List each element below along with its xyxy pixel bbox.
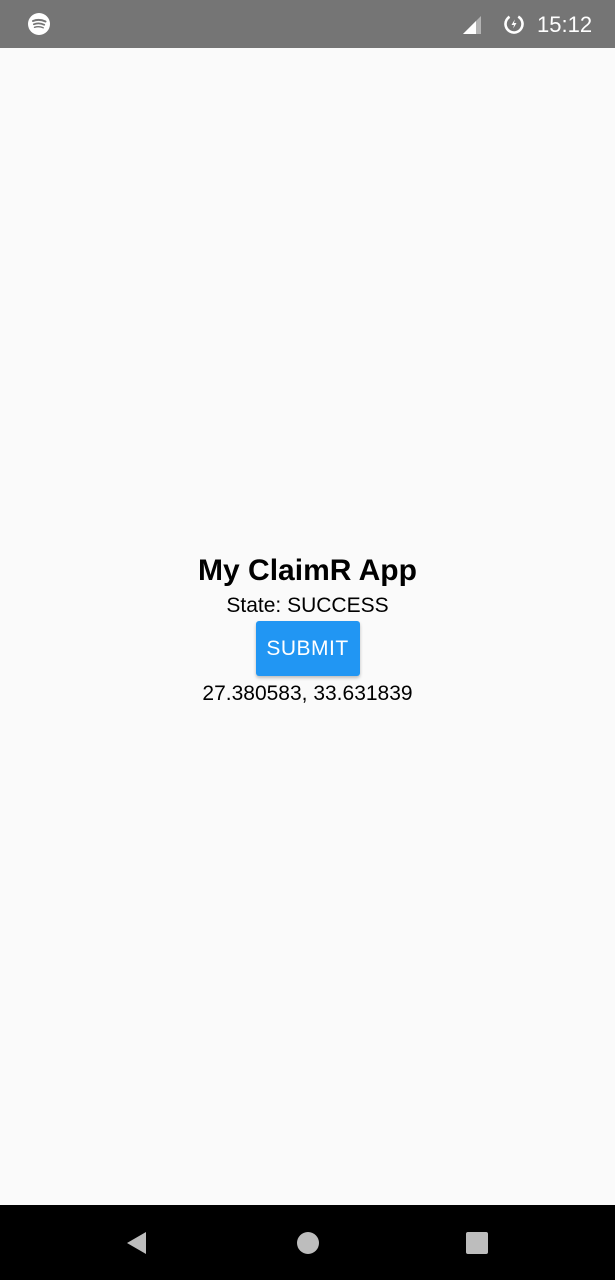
- data-saver-icon: [504, 14, 524, 34]
- center-column: My ClaimR App State: SUCCESS SUBMIT 27.3…: [0, 553, 615, 707]
- coordinates-text: 27.380583, 33.631839: [202, 682, 413, 705]
- home-icon[interactable]: [296, 1231, 320, 1255]
- back-icon[interactable]: [124, 1230, 150, 1256]
- recents-icon[interactable]: [465, 1231, 489, 1255]
- status-time: 15:12: [537, 12, 593, 37]
- submit-button[interactable]: SUBMIT: [255, 621, 360, 676]
- status-bar: 15:12: [0, 0, 615, 48]
- app-title: My ClaimR App: [198, 554, 417, 587]
- app-content: My ClaimR App State: SUCCESS SUBMIT 27.3…: [0, 48, 615, 1205]
- state-text: State: SUCCESS: [226, 594, 389, 617]
- navigation-bar: [0, 1205, 615, 1280]
- signal-icon: [463, 16, 481, 34]
- spotify-icon: [28, 13, 50, 35]
